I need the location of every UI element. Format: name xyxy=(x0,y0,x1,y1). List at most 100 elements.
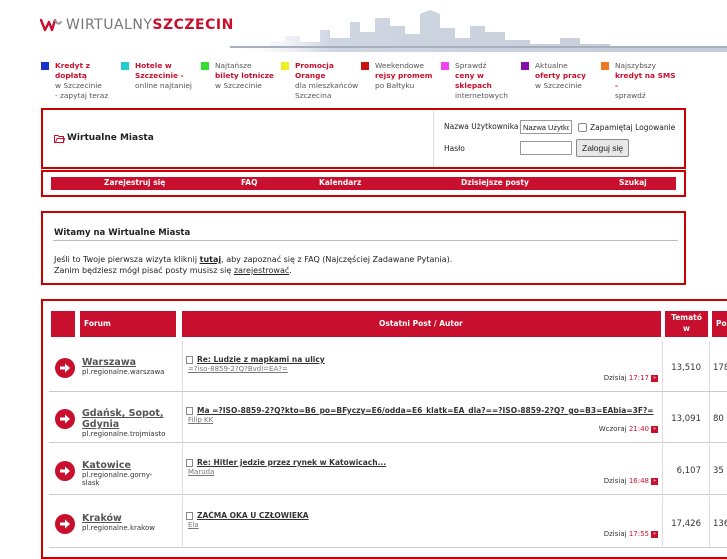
nav-faq[interactable]: FAQ xyxy=(241,178,257,187)
post-date-label: Dzisiaj xyxy=(603,374,627,382)
post-time: 21:40 xyxy=(628,425,649,433)
forum-name-link[interactable]: Katowice xyxy=(82,460,131,471)
ad-line: Najtańsze bilety lotnicze w Szczecinie xyxy=(201,61,281,91)
welcome-line2-text: Zanim będziesz mógł pisać posty musisz s… xyxy=(54,266,234,275)
table-head-topics: Temató w xyxy=(665,311,708,337)
post-document-icon xyxy=(186,511,193,520)
forum-status-arrow-icon[interactable] xyxy=(55,461,75,481)
ad-title-link[interactable]: Kredyt z dopłatą xyxy=(55,61,90,80)
topics-count: 13,091 xyxy=(671,414,701,424)
ad-color-square xyxy=(521,62,529,70)
ad-pre-text: Najszybszy xyxy=(615,61,657,70)
logo-mark-icon xyxy=(40,18,62,32)
ad-line: Sprawdź ceny w sklepach internetowych xyxy=(441,61,521,101)
ad-line2: sprawdź xyxy=(615,91,646,100)
forum-status-arrow-icon[interactable] xyxy=(55,409,75,429)
forum-group-name: pl.regionalne.krakow xyxy=(82,524,155,532)
forum-group-name: pl.regionalne.warszawa xyxy=(82,368,165,376)
ad-item[interactable]: Aktualne oferty pracy w Szczecinie xyxy=(521,61,601,91)
site-logo[interactable]: WIRTUALNY SZCZECIN xyxy=(40,14,234,36)
faq-here-link[interactable]: tutaj xyxy=(200,255,221,264)
forum-group-name: pl.regionalne.gorny- xyxy=(82,471,153,479)
post-date-label: Dzisiaj xyxy=(603,530,627,538)
ad-title-link[interactable]: Hotele w Szczecinie - xyxy=(135,61,184,80)
nav-calendar[interactable]: Kalendarz xyxy=(319,178,361,187)
ad-line2: internetowych xyxy=(455,91,508,100)
register-link[interactable]: zarejestrować xyxy=(234,266,289,275)
col-divider xyxy=(709,392,710,442)
go-to-last-post-icon[interactable]: » xyxy=(651,477,658,485)
nav-today-posts[interactable]: Dzisiejsze posty xyxy=(461,178,529,187)
welcome-title: Witamy na Wirtualne Miasta xyxy=(54,228,191,238)
forum-status-arrow-icon[interactable] xyxy=(55,514,75,534)
ad-item[interactable]: Sprawdź ceny w sklepach internetowych xyxy=(441,61,521,101)
ad-pre-text: Sprawdź xyxy=(455,61,487,70)
ad-item[interactable]: Promocja Orange dla mieszkańców Szczecina xyxy=(281,61,361,101)
table-head-topics-label: Temató xyxy=(671,313,702,322)
forum-name-link-cont[interactable]: Gdynia xyxy=(82,419,119,430)
forum-group-name: pl.regionalne.trojmiasto xyxy=(82,430,166,438)
ad-line2: online najtaniej xyxy=(135,81,192,90)
ad-item[interactable]: Najtańsze bilety lotnicze w Szczecinie xyxy=(201,61,281,91)
ad-line: Najszybszy kredyt na SMS - sprawdź xyxy=(601,61,681,101)
forum-status-arrow-icon[interactable] xyxy=(55,358,75,378)
col-divider xyxy=(709,497,710,547)
forum-cell: Katowice pl.regionalne.gorny- slask xyxy=(82,460,182,487)
go-to-last-post-icon[interactable]: » xyxy=(651,374,658,382)
ad-line: Kredyt z dopłatą w Szczecinie - zapytaj te… xyxy=(41,61,121,101)
login-button[interactable]: Zaloguj się xyxy=(576,139,630,157)
last-post-title-link[interactable]: Ma =?ISO-8859-2?Q?kto=B6_po=BFyczy=E6/od… xyxy=(197,406,654,415)
col-divider xyxy=(182,497,183,547)
forum-name-link[interactable]: Gdańsk, Sopot, xyxy=(82,408,164,419)
last-post-author-link[interactable]: Filip KK xyxy=(188,416,213,424)
ad-item[interactable]: Najszybszy kredyt na SMS - sprawdź xyxy=(601,61,681,101)
last-post-title-link[interactable]: Re: Hitler jedzie przez rynek w Katowica… xyxy=(197,458,386,467)
remember-checkbox[interactable] xyxy=(578,123,587,132)
row-separator xyxy=(49,442,727,443)
last-post-date: Dzisiaj 16:48» xyxy=(513,477,658,485)
logo-text-part2: SZCZECIN xyxy=(152,17,234,33)
ad-line2: dla mieszkańców xyxy=(295,81,359,90)
forum-name-link[interactable]: Warszawa xyxy=(82,357,136,368)
ad-title-link[interactable]: oferty pracy xyxy=(535,71,586,80)
nav-panel: Zarejestruj się FAQ Kalendarz Dzisiejsze… xyxy=(41,170,686,197)
col-divider xyxy=(182,341,183,391)
go-to-last-post-icon[interactable]: » xyxy=(651,425,658,433)
last-post-author-link[interactable]: Maruda xyxy=(188,468,214,476)
forum-name-link[interactable]: Kraków xyxy=(82,513,122,524)
last-post-author-link[interactable]: =?iso-8859-2?Q?Bvdl=EA?= xyxy=(188,365,288,373)
table-head-last-post-label: Ostatni Post / Autor xyxy=(379,319,463,328)
ad-item[interactable]: Weekendowe rejsy promem po Bałtyku xyxy=(361,61,441,91)
nav-search[interactable]: Szukaj xyxy=(619,178,647,187)
arrow-right-icon xyxy=(60,414,70,424)
username-input[interactable] xyxy=(520,120,572,134)
ad-title-link[interactable]: bilety lotnicze xyxy=(215,71,274,80)
ad-pre-text: Aktualne xyxy=(535,61,568,70)
arrow-right-icon xyxy=(60,466,70,476)
last-post-title-link[interactable]: ZAĆMA OKA U CZŁOWIEKA xyxy=(197,511,309,520)
remember-label: Zapamiętaj Logowanie xyxy=(590,123,676,132)
ad-title-link[interactable]: rejsy promem xyxy=(375,71,432,80)
row-separator xyxy=(49,547,727,548)
nav-register[interactable]: Zarejestruj się xyxy=(104,178,165,187)
ad-line2: w Szczecinie xyxy=(535,81,582,90)
ad-title-link[interactable]: ceny w sklepach xyxy=(455,71,492,90)
table-head-forum: Forum xyxy=(80,311,176,337)
ad-pre-text: Weekendowe xyxy=(375,61,425,70)
ad-item[interactable]: Kredyt z dopłatą w Szczecinie - zapytaj te… xyxy=(41,61,121,101)
ad-item[interactable]: Hotele w Szczecinie - online najtaniej xyxy=(121,61,201,91)
last-post-title-link[interactable]: Re: Ludzie z mapkami na ulicy xyxy=(197,355,325,364)
folder-icon xyxy=(54,134,65,143)
ad-title-link[interactable]: Promocja Orange xyxy=(295,61,334,80)
last-post-date: Dzisiaj 17:17» xyxy=(513,374,658,382)
password-input[interactable] xyxy=(520,141,572,155)
ad-pre-text: Najtańsze xyxy=(215,61,252,70)
post-date-label: Wczoraj xyxy=(598,425,627,433)
row-separator xyxy=(49,391,727,392)
col-divider xyxy=(709,444,710,494)
go-to-last-post-icon[interactable]: » xyxy=(651,530,658,538)
ad-line2: w Szczecinie xyxy=(55,81,102,90)
table-head-last-post: Ostatni Post / Autor xyxy=(182,311,661,337)
ad-title-link[interactable]: kredyt na SMS xyxy=(615,71,676,80)
last-post-author-link[interactable]: Ela xyxy=(188,521,199,529)
